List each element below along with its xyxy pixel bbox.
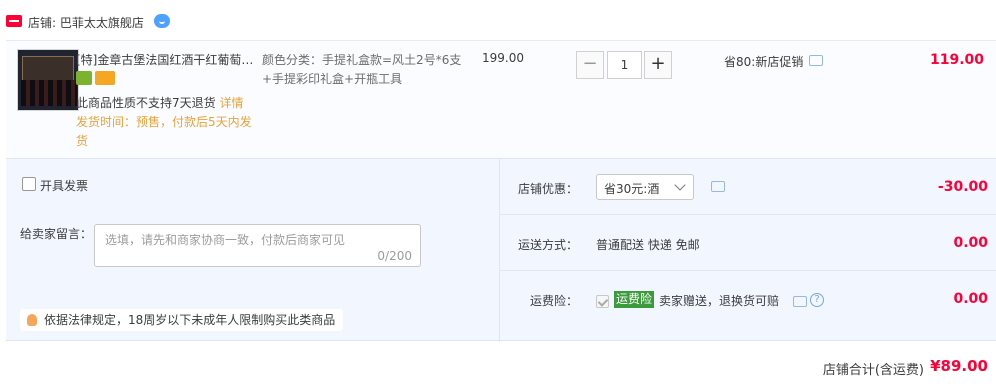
shipping-time-note: 发货时间：预售，付款后5天内发货: [76, 115, 252, 148]
help-icon[interactable]: ?: [810, 293, 824, 307]
store-discount-select[interactable]: 省30元:酒: [596, 174, 694, 200]
options-right-column: 店铺优惠： 省30元:酒 -30.00 运送方式： 普通配送 快递 免邮 0.0…: [500, 159, 996, 342]
shop-name-link[interactable]: 店铺: 巴菲太太旗舰店: [28, 14, 144, 31]
certified-icon[interactable]: [76, 71, 92, 85]
product-thumbnail[interactable]: [17, 49, 79, 111]
return-policy-text: 此商品性质不支持7天退货: [76, 96, 216, 110]
unit-price: 199.00: [482, 51, 524, 65]
store-total-bar: 店铺合计(含运费) ¥89.00: [0, 341, 996, 389]
shipping-method-row: 运送方式： 普通配送 快递 免邮 0.00: [500, 215, 996, 271]
chat-seller-icon[interactable]: [154, 14, 170, 28]
insurance-comment-icon[interactable]: [793, 296, 807, 307]
cart-item-row: [特]金章古堡法国红酒干红葡萄… 此商品性质不支持7天退货 详情 发货时间：预售…: [6, 40, 996, 158]
store-discount-row: 店铺优惠： 省30元:酒 -30.00: [500, 159, 996, 215]
promotion-info-icon[interactable]: [809, 55, 823, 66]
age-restriction-text: 依据法律规定，18周岁以下未成年人限制购买此类商品: [44, 313, 336, 327]
shipping-method-value: 普通配送 快递 免邮: [596, 238, 700, 252]
seller-message-placeholder: 选填，请先和商家协商一致，付款后商家可见: [105, 233, 346, 247]
wine-bottles-graphic: [21, 80, 77, 106]
options-left-column: 开具发票 给卖家留言： 选填，请先和商家协商一致，付款后商家可见 0/200 依…: [6, 159, 500, 342]
seller-message-label: 给卖家留言：: [20, 227, 93, 241]
shipping-insurance-badge: 运费险: [614, 291, 655, 308]
shop-header: 店铺: 巴菲太太旗舰店: [0, 0, 996, 40]
sku-description: 颜色分类：手提礼盒款=风土2号*6支+手提彩印礼盒+开瓶工具: [262, 53, 462, 86]
shipping-insurance-amount: 0.00: [953, 291, 988, 307]
shipping-fee-amount: 0.00: [953, 235, 988, 251]
shipping-insurance-text: 卖家赠送，退换货可赔: [659, 294, 780, 308]
seller-message-counter: 0/200: [377, 249, 412, 263]
item-subtotal: 119.00: [929, 52, 984, 68]
chevron-down-icon: [674, 179, 686, 191]
shipping-method-label: 运送方式：: [517, 238, 578, 252]
discount-info-icon[interactable]: [711, 181, 725, 192]
invoice-label[interactable]: 开具发票: [40, 177, 88, 194]
shipping-insurance-row: 运费险： 运费险 卖家赠送，退换货可赔 ? 0.00: [500, 271, 996, 327]
return-policy-details-link[interactable]: 详情: [219, 96, 243, 110]
quantity-increase-button[interactable]: +: [644, 51, 672, 79]
shipping-insurance-checkbox: [596, 295, 609, 308]
quantity-decrease-button[interactable]: −: [576, 51, 604, 79]
store-discount-amount: -30.00: [937, 179, 988, 195]
age-restriction-notice: 依据法律规定，18周岁以下未成年人限制购买此类商品: [20, 309, 344, 331]
shipping-insurance-label: 运费险：: [529, 294, 578, 308]
order-options-panel: 开具发票 给卖家留言： 选填，请先和商家协商一致，付款后商家可见 0/200 依…: [6, 158, 996, 342]
store-total-amount: ¥89.00: [930, 357, 988, 375]
store-total-label: 店铺合计(含运费): [822, 363, 924, 378]
seller-message-textarea[interactable]: 选填，请先和商家协商一致，付款后商家可见 0/200: [94, 224, 421, 267]
credit-card-icon[interactable]: [95, 71, 115, 85]
store-discount-selected: 省30元:酒: [604, 182, 660, 196]
product-title-link[interactable]: [特]金章古堡法国红酒干红葡萄…: [76, 51, 256, 68]
invoice-checkbox[interactable]: [22, 177, 36, 191]
return-policy-note: 此商品性质不支持7天退货 详情: [76, 94, 243, 111]
lightbulb-icon: [27, 314, 37, 326]
promotion-text: 省80:新店促销: [724, 55, 804, 69]
store-discount-label: 店铺优惠：: [517, 182, 578, 196]
tmall-badge-icon: [6, 15, 22, 27]
service-icons: [76, 71, 118, 87]
quantity-input[interactable]: 1: [607, 51, 642, 79]
